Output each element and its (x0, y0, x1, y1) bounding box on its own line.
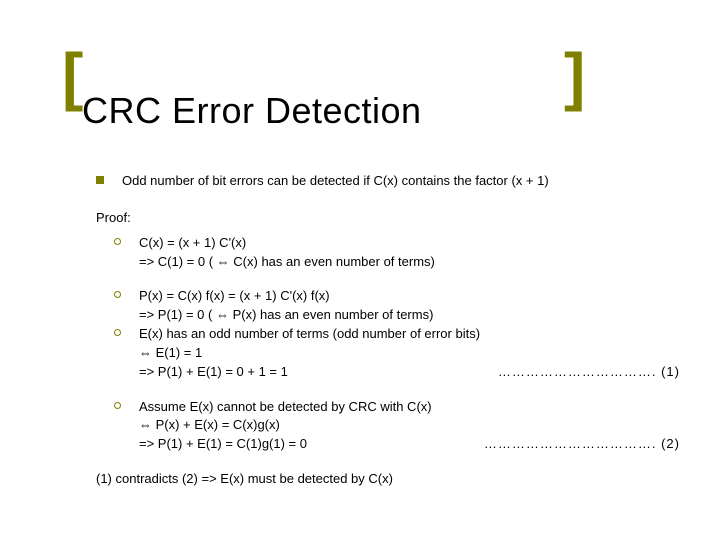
bracket-left-icon: [ (62, 44, 83, 108)
circle-bullet-icon (114, 291, 121, 298)
circle-bullet-icon (114, 329, 121, 336)
proof-line: Assume E(x) cannot be detected by CRC wi… (139, 398, 432, 417)
proof-line: ⇔ E(1) = 1 (139, 344, 202, 363)
equation-ref: ………………………………. (2) (307, 435, 680, 454)
equation-ref: ……………………………. (1) (288, 363, 680, 382)
proof-line: P(x) = C(x) f(x) = (x + 1) C'(x) f(x) (139, 287, 330, 306)
proof-block-1: C(x) = (x + 1) C'(x) => C(1) = 0 ( ⇔ C(x… (114, 234, 680, 272)
proof-line: => P(1) = 0 ( ⇔ P(x) has an even number … (139, 306, 433, 325)
slide-content: Odd number of bit errors can be detected… (96, 172, 680, 489)
proof-block-2: P(x) = C(x) f(x) = (x + 1) C'(x) f(x) =>… (114, 287, 680, 381)
conclusion-line: (1) contradicts (2) => E(x) must be dete… (96, 470, 680, 489)
proof-block-3: Assume E(x) cannot be detected by CRC wi… (114, 398, 680, 455)
proof-line: ⇔ P(x) + E(x) = C(x)g(x) (139, 416, 280, 435)
circle-bullet-icon (114, 238, 121, 245)
page-title: CRC Error Detection (82, 90, 422, 132)
proof-label: Proof: (96, 209, 680, 228)
circle-bullet-icon (114, 402, 121, 409)
main-bullet-text: Odd number of bit errors can be detected… (122, 172, 549, 191)
square-bullet-icon (96, 176, 104, 184)
main-bullet: Odd number of bit errors can be detected… (96, 172, 680, 191)
proof-line: C(x) = (x + 1) C'(x) (139, 234, 246, 253)
proof-line: => P(1) + E(1) = 0 + 1 = 1 (139, 363, 288, 382)
proof-line: => P(1) + E(1) = C(1)g(1) = 0 (139, 435, 307, 454)
proof-line: => C(1) = 0 ( ⇔ C(x) has an even number … (139, 253, 435, 272)
proof-line: E(x) has an odd number of terms (odd num… (139, 325, 480, 344)
bracket-right-icon: ] (564, 44, 585, 108)
